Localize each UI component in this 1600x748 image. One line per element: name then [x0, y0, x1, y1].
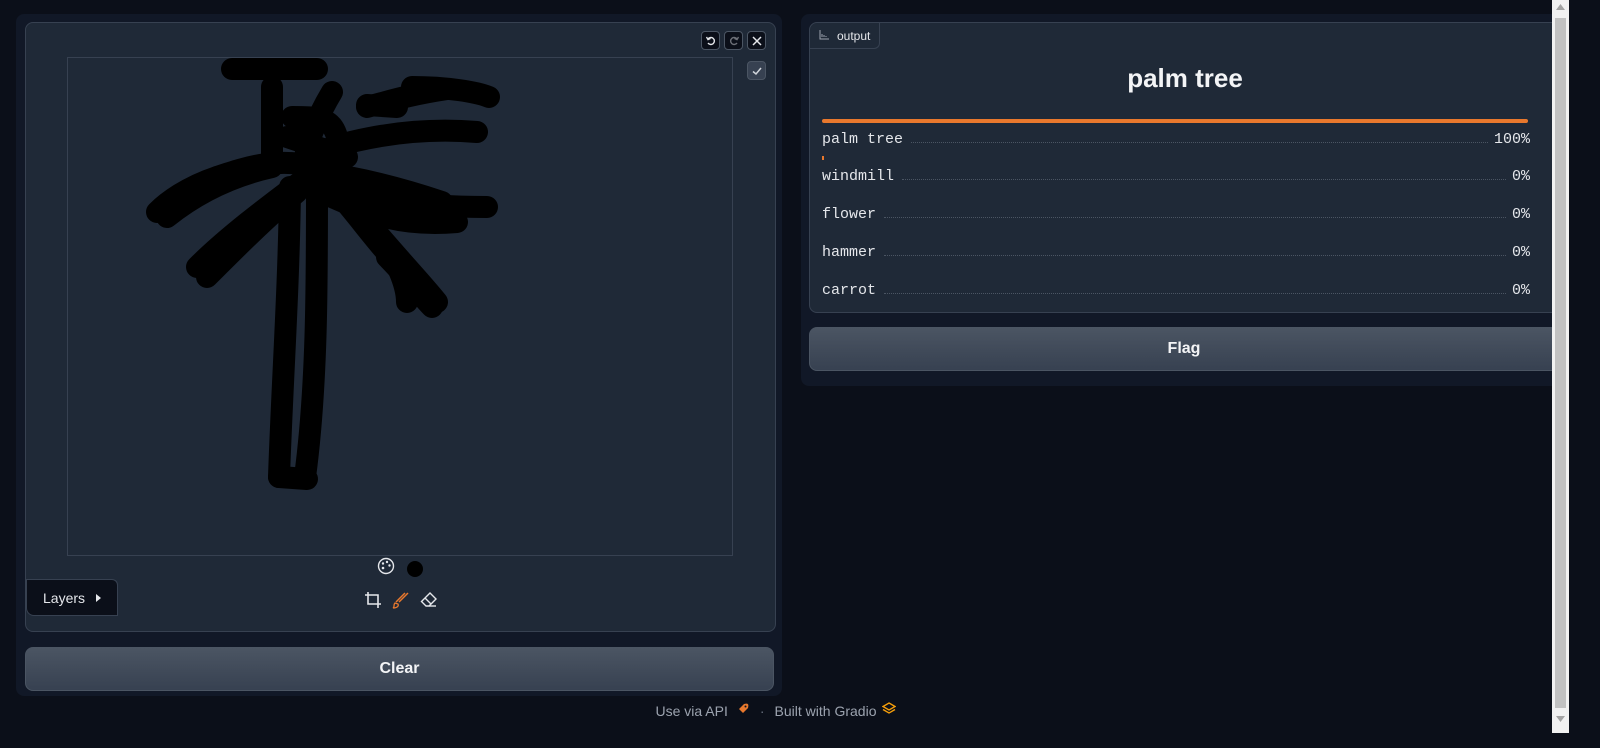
vertical-scrollbar[interactable]	[1552, 0, 1569, 733]
use-via-api-link[interactable]: Use via API	[656, 702, 750, 719]
confidence-row[interactable]: palm tree 100%	[822, 129, 1530, 149]
dotted-leader	[911, 141, 1488, 143]
redo-icon[interactable]	[724, 31, 743, 50]
class-value: 100%	[1493, 130, 1530, 148]
eraser-icon[interactable]	[420, 591, 438, 609]
brush-icon[interactable]	[392, 591, 410, 609]
class-label: palm tree	[822, 130, 904, 148]
class-label: hammer	[822, 243, 877, 261]
confidence-row[interactable]: flower 0%	[822, 204, 1530, 224]
output-label: output	[837, 28, 871, 43]
predicted-label: palm tree	[1127, 63, 1243, 93]
dotted-leader	[902, 178, 1506, 180]
caret-right-icon	[95, 590, 103, 606]
confidence-row[interactable]: carrot 0%	[822, 280, 1530, 300]
built-with-label: Built with Gradio	[774, 702, 877, 719]
label-output: output palm tree palm tree 100% windmill…	[809, 22, 1561, 313]
footer: Use via API · Built with Gradio	[0, 702, 1552, 719]
class-value: 0%	[1511, 243, 1530, 261]
class-value: 0%	[1511, 205, 1530, 223]
color-controls	[377, 557, 423, 580]
dotted-leader	[884, 292, 1506, 294]
check-icon[interactable]	[747, 61, 766, 80]
footer-separator: ·	[759, 702, 765, 719]
class-label: flower	[822, 205, 877, 223]
flag-button[interactable]: Flag	[809, 327, 1559, 371]
undo-icon[interactable]	[701, 31, 720, 50]
sketch-toolbar	[701, 31, 766, 50]
dotted-leader	[884, 254, 1506, 256]
confidence-row[interactable]: hammer 0%	[822, 242, 1530, 262]
top-confidence-bar	[822, 119, 1528, 123]
window-bottom-edge	[0, 733, 1600, 748]
confidence-row[interactable]: windmill 0%	[822, 166, 1530, 186]
class-value: 0%	[1511, 281, 1530, 299]
layers-label: Layers	[43, 589, 86, 606]
scrollbar-thumb[interactable]	[1555, 18, 1566, 708]
brush-color-swatch[interactable]	[407, 560, 423, 577]
sketchpad[interactable]: Layers	[25, 22, 776, 632]
crop-icon[interactable]	[364, 591, 382, 609]
scroll-up-icon[interactable]	[1556, 4, 1565, 10]
clear-button[interactable]: Clear	[25, 647, 774, 691]
confidence-bar-mark	[822, 156, 824, 160]
scroll-down-icon[interactable]	[1556, 716, 1565, 722]
layers-button[interactable]: Layers	[26, 579, 118, 616]
output-panel: output palm tree palm tree 100% windmill…	[801, 14, 1567, 386]
dotted-leader	[884, 216, 1506, 218]
palette-icon[interactable]	[377, 557, 395, 580]
rocket-icon	[736, 702, 750, 719]
class-value: 0%	[1511, 167, 1530, 185]
output-tag: output	[810, 23, 880, 49]
class-label: windmill	[822, 167, 895, 185]
gradio-logo-icon	[882, 702, 897, 719]
drawing-canvas[interactable]	[67, 57, 733, 556]
close-icon[interactable]	[747, 31, 766, 50]
bar-chart-icon	[819, 29, 829, 43]
input-panel: Layers Clear	[16, 14, 782, 696]
built-with-gradio-link[interactable]: Built with Gradio	[775, 702, 897, 719]
palm-tree-sketch	[146, 58, 500, 490]
tool-row	[364, 591, 438, 609]
class-label: carrot	[822, 281, 877, 299]
api-link-label: Use via API	[655, 702, 728, 719]
